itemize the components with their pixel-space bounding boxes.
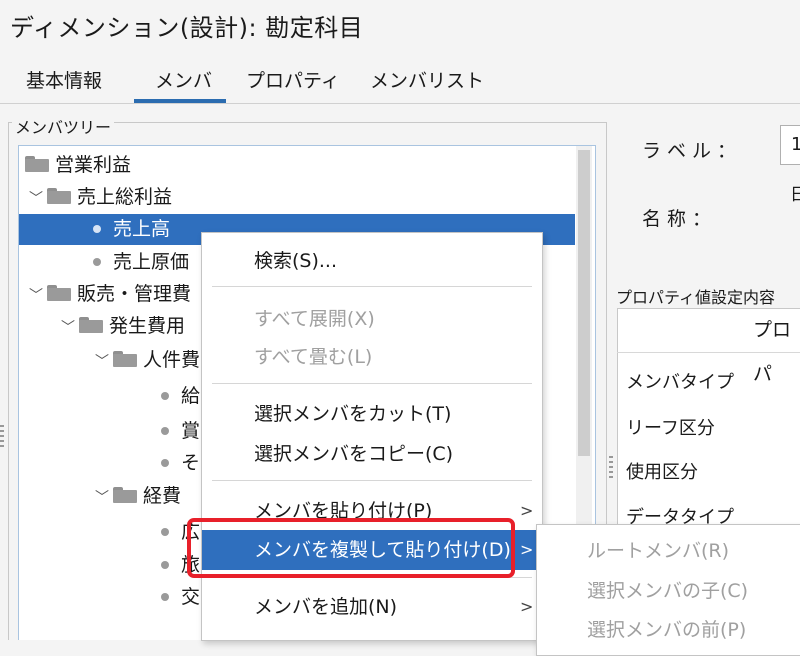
menu-separator <box>212 480 532 481</box>
property-row-label: 使用区分 <box>626 462 698 483</box>
folder-icon <box>25 156 49 172</box>
label-input[interactable]: 1 <box>780 125 800 165</box>
name-value: 日 <box>790 185 800 205</box>
chevron-right-icon: > <box>520 501 534 520</box>
folder-icon <box>113 351 137 367</box>
tree-node[interactable]: ﹀ 経費 <box>91 481 181 512</box>
callout-highlight-box <box>187 518 515 578</box>
menu-item-copy-member[interactable]: 選択メンバをコピー(C) <box>202 434 542 474</box>
tree-node[interactable]: ﹀ 販売・管理費 <box>25 279 191 310</box>
member-tree-legend: メンバツリー <box>12 114 115 138</box>
leaf-icon <box>161 561 169 569</box>
tab-basic-info[interactable]: 基本情報 <box>26 66 102 93</box>
chevron-down-icon[interactable]: ﹀ <box>57 313 79 344</box>
chevron-down-icon[interactable]: ﹀ <box>25 184 47 215</box>
leaf-icon <box>161 459 169 467</box>
tab-properties[interactable]: プロパティ <box>246 66 340 93</box>
left-splitter-grip-icon[interactable] <box>0 425 4 447</box>
tree-node[interactable]: 売上原価 <box>93 247 189 278</box>
tree-node[interactable]: 営業利益 <box>25 150 131 181</box>
folder-icon <box>47 188 71 204</box>
leaf-icon <box>93 225 101 233</box>
window-title: ディメンション(設計): 勘定科目 <box>10 14 364 42</box>
chevron-down-icon[interactable]: ﹀ <box>91 483 113 514</box>
tree-node[interactable]: そ <box>161 448 200 479</box>
property-settings-title: プロパティ値設定内容 <box>616 288 776 307</box>
folder-icon <box>47 285 71 301</box>
label-field-caption: ラベル： <box>642 140 743 162</box>
menu-item-search[interactable]: 検索(S)... <box>202 241 542 281</box>
tab-members[interactable]: メンバ <box>155 66 212 93</box>
leaf-icon <box>161 427 169 435</box>
property-row-label: メンバタイプ <box>626 372 734 393</box>
tree-node[interactable]: 賞 <box>161 416 200 447</box>
submenu-item-child-of-selected[interactable]: 選択メンバの子(C) <box>537 571 800 611</box>
menu-separator <box>212 286 532 287</box>
leaf-icon <box>93 258 101 266</box>
chevron-right-icon: > <box>520 597 534 616</box>
tab-member-list[interactable]: メンバリスト <box>370 66 484 93</box>
chevron-down-icon[interactable]: ﹀ <box>25 281 47 312</box>
property-row-label: リーフ区分 <box>626 418 715 439</box>
menu-item-cut-member[interactable]: 選択メンバをカット(T) <box>202 394 542 434</box>
tree-node[interactable]: 交 <box>161 582 200 613</box>
folder-icon <box>113 487 137 503</box>
tree-scrollbar-thumb[interactable] <box>578 150 590 456</box>
tree-node[interactable]: ﹀ 発生費用 <box>57 311 185 342</box>
leaf-icon <box>161 528 169 536</box>
leaf-icon <box>161 593 169 601</box>
chevron-down-icon[interactable]: ﹀ <box>91 347 113 378</box>
menu-item-add-member[interactable]: メンバを追加(N) > <box>202 587 542 627</box>
tree-node[interactable]: 給 <box>161 381 200 412</box>
submenu-item-root-member[interactable]: ルートメンバ(R) <box>537 531 800 571</box>
menu-item-collapse-all[interactable]: すべて畳む(L) <box>202 337 542 377</box>
submenu: ルートメンバ(R) 選択メンバの子(C) 選択メンバの前(P) <box>536 524 800 656</box>
name-field-caption: 名称： <box>642 208 718 230</box>
tree-node[interactable]: ﹀ 人件費 <box>91 345 200 376</box>
tab-divider <box>0 103 800 104</box>
menu-separator <box>212 383 532 384</box>
folder-icon <box>79 317 103 333</box>
right-splitter-grip-icon[interactable] <box>609 456 613 478</box>
leaf-icon <box>161 392 169 400</box>
context-menu: 検索(S)... すべて展開(X) すべて畳む(L) 選択メンバをカット(T) … <box>201 232 543 641</box>
tab-bar: 基本情報 メンバ プロパティ メンバリスト <box>0 56 800 104</box>
tree-node[interactable]: ﹀ 売上総利益 <box>25 182 172 213</box>
property-table-header: プロパ <box>617 308 800 385</box>
chevron-right-icon: > <box>520 540 534 559</box>
submenu-item-before-selected[interactable]: 選択メンバの前(P) <box>537 610 800 650</box>
menu-item-expand-all[interactable]: すべて展開(X) <box>202 299 542 339</box>
